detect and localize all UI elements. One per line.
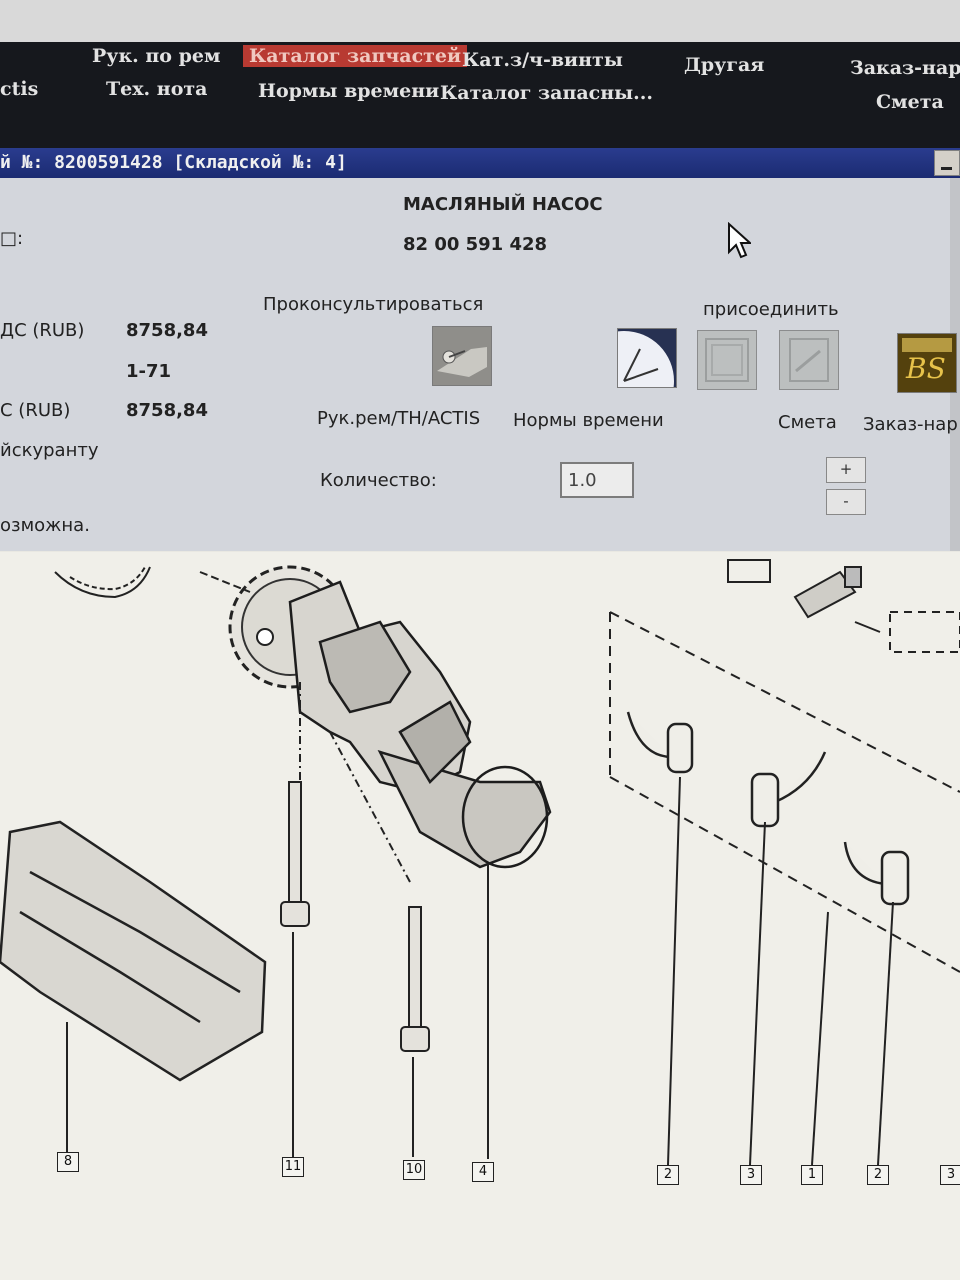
menu-repair-manual[interactable]: Рук. по рем [92,45,220,67]
attach-manual-button[interactable] [697,330,757,390]
menu-estimate[interactable]: Смета [876,91,944,113]
quantity-input[interactable] [560,462,634,498]
work-order-button[interactable]: BS [897,333,957,393]
callout-2b[interactable]: 2 [867,1165,889,1185]
callout-3b[interactable]: 3 [940,1165,960,1185]
menu-work-order[interactable]: Заказ-наряд [850,57,960,79]
time-norms-button[interactable] [574,328,677,431]
menu-parts-catalog[interactable]: Каталог запчастей [243,45,468,67]
callout-3a[interactable]: 3 [740,1165,762,1185]
norms-label: Нормы времени [513,410,664,431]
menu-spare-catalog[interactable]: Каталог запасны... [440,82,653,104]
wrench-icon [433,327,491,385]
pricelist-label: йскуранту [0,440,99,461]
estimate-label: Смета [778,412,837,433]
callout-2a[interactable]: 2 [657,1165,679,1185]
repair-manual-button[interactable] [432,326,492,386]
price-with-vat-value: 8758,84 [126,320,208,341]
part-name: МАСЛЯНЫЙ НАСОС [403,194,603,215]
price-value: 8758,84 [126,400,208,421]
price-with-vat-label: ДС (RUB) [0,320,85,341]
mouse-cursor-icon [728,222,751,259]
callout-11[interactable]: 11 [282,1157,304,1177]
consult-label: Проконсультироваться [263,294,484,315]
work-order-label: Заказ-нар [863,414,958,435]
calculator-icon [789,338,829,382]
menu-time-norms[interactable]: Нормы времени [258,80,439,102]
quantity-label: Количество: [320,470,437,491]
price-label: С (RUB) [0,400,71,421]
menu-actis[interactable]: ctis [0,78,38,100]
quantity-minus-button[interactable]: - [826,489,866,515]
part-number: 82 00 591 428 [403,234,548,255]
menu-other[interactable]: Другая [684,54,764,76]
attach-label: присоединить [703,299,839,320]
callout-8[interactable]: 8 [57,1152,79,1172]
possible-label: озможна. [0,515,90,536]
book-icon [705,338,749,382]
callout-4[interactable]: 4 [472,1162,494,1182]
estimate-button[interactable] [779,330,839,390]
dialog-title: й №: 8200591428 [Складской №: 4] [0,148,960,178]
manual-label: Рук.рем/TH/ACTIS [317,408,481,429]
quantity-plus-button[interactable]: + [826,457,866,483]
bs-logo-icon: BS [898,334,956,392]
clock-icon [574,329,676,431]
minimize-button[interactable] [934,150,960,176]
menu-tech-note[interactable]: Тех. нота [106,78,207,100]
callout-10[interactable]: 10 [403,1160,425,1180]
menu-bolts-catalog[interactable]: Кат.з/ч-винты [462,49,623,71]
callout-1[interactable]: 1 [801,1165,823,1185]
monitor-bezel-strip [0,0,960,42]
top-menu-bar: ctis Рук. по рем Тех. нота Каталог запча… [0,0,960,150]
left-checkbox-label[interactable]: □: [0,228,23,249]
svg-text:BS: BS [905,352,946,385]
code-value: 1-71 [126,361,172,382]
